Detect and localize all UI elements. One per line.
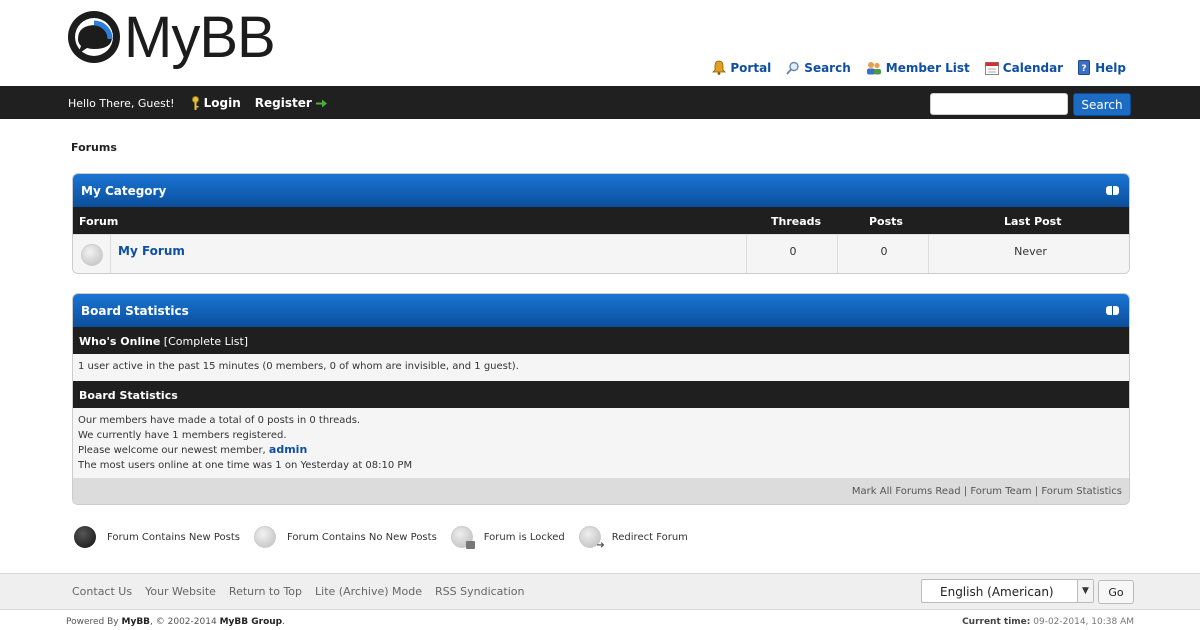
search-label: Search xyxy=(804,60,851,75)
no-new-posts-icon xyxy=(254,526,276,548)
help-book-icon: ? xyxy=(1078,60,1091,75)
current-time-label: Current time: xyxy=(962,617,1031,627)
mybb-logo[interactable]: MyBB xyxy=(64,5,276,70)
search-link[interactable]: Search xyxy=(786,60,851,75)
stats-line-newest: Please welcome our newest member, admin xyxy=(78,443,308,456)
stats-heading: Board Statistics xyxy=(79,389,178,402)
board-stats-header: Board Statistics xyxy=(73,294,1129,327)
register-label: Register xyxy=(254,96,312,110)
stats-row: Our members have made a total of 0 posts… xyxy=(73,408,1129,478)
mybb-group-link[interactable]: MyBB Group xyxy=(220,617,283,627)
bell-icon xyxy=(712,60,727,75)
online-text: 1 user active in the past 15 minutes (0 … xyxy=(78,361,519,372)
member-list-label: Member List xyxy=(885,60,970,75)
login-label: Login xyxy=(203,96,241,110)
col-threads: Threads xyxy=(771,215,822,228)
return-to-top-link[interactable]: Return to Top xyxy=(229,585,302,598)
mybb-link[interactable]: MyBB xyxy=(122,617,151,627)
welcome-block: Hello There, Guest! Login Register xyxy=(68,96,327,110)
collapse-icon[interactable] xyxy=(1106,186,1119,195)
board-stats-title: Board Statistics xyxy=(81,304,189,318)
table-row: My Forum 0 0 Never xyxy=(73,234,1129,273)
site-header: MyBB Portal Search Member List Calendar … xyxy=(0,0,1200,86)
calendar-icon xyxy=(984,61,999,75)
language-value: English (American) xyxy=(940,585,1054,599)
collapse-icon[interactable] xyxy=(1106,306,1119,315)
legend-new-posts: Forum Contains New Posts xyxy=(107,531,240,543)
help-link[interactable]: ? Help xyxy=(1078,60,1126,75)
forum-link[interactable]: My Forum xyxy=(118,244,185,258)
register-link[interactable]: Register xyxy=(255,96,327,110)
mark-all-read-link[interactable]: Mark All Forums Read xyxy=(852,486,961,497)
portal-label: Portal xyxy=(730,60,772,75)
complete-list-link[interactable]: [Complete List] xyxy=(164,335,248,348)
last-post-value: Never xyxy=(1014,245,1047,258)
col-posts: Posts xyxy=(869,215,903,228)
stats-subheader: Board Statistics xyxy=(73,381,1129,408)
stats-line-posts: Our members have made a total of 0 posts… xyxy=(78,415,361,426)
footer-links: Contact Us Your Website Return to Top Li… xyxy=(72,585,524,598)
speech-bubbles-icon xyxy=(68,11,120,63)
copyright: Powered By MyBB, © 2002-2014 MyBB Group. xyxy=(66,617,285,627)
greeting-text: Hello There, Guest! xyxy=(68,96,175,110)
newest-member-link[interactable]: admin xyxy=(269,443,307,456)
search-button[interactable]: Search xyxy=(1073,93,1131,116)
category-title[interactable]: My Category xyxy=(81,184,166,198)
help-label: Help xyxy=(1095,60,1126,75)
go-button[interactable]: Go xyxy=(1098,580,1134,604)
top-links: Portal Search Member List Calendar ? Hel… xyxy=(712,60,1126,75)
users-icon xyxy=(866,61,881,74)
forum-legend: Forum Contains New Posts Forum Contains … xyxy=(74,526,702,551)
chevron-down-icon[interactable]: ▼ xyxy=(1077,580,1093,602)
magnifier-icon xyxy=(786,61,799,75)
legend-redirect: Redirect Forum xyxy=(611,531,688,543)
login-link[interactable]: Login xyxy=(191,96,241,110)
stats-line-members: We currently have 1 members registered. xyxy=(78,429,287,441)
key-icon xyxy=(191,96,199,110)
portal-link[interactable]: Portal xyxy=(712,60,771,75)
board-statistics-box: Board Statistics Who's Online [Complete … xyxy=(72,293,1130,505)
posts-count: 0 xyxy=(880,245,888,258)
current-time: Current time: 09-02-2014, 10:38 AM xyxy=(962,617,1134,627)
stats-line-record: The most users online at one time was 1 … xyxy=(78,459,413,471)
language-select[interactable]: English (American) ▼ xyxy=(921,579,1094,603)
breadcrumb[interactable]: Forums xyxy=(71,141,117,154)
board-footer-links: Mark All Forums Read | Forum Team | Foru… xyxy=(73,478,1129,504)
forum-statistics-link[interactable]: Forum Statistics xyxy=(1041,486,1122,497)
whos-online-header: Who's Online [Complete List] xyxy=(73,327,1129,354)
threads-count: 0 xyxy=(789,245,797,258)
search-input[interactable] xyxy=(930,93,1068,115)
forum-team-link[interactable]: Forum Team xyxy=(970,486,1031,497)
legend-locked: Forum is Locked xyxy=(483,531,565,543)
lite-mode-link[interactable]: Lite (Archive) Mode xyxy=(315,585,422,598)
col-last-post: Last Post xyxy=(1004,215,1062,228)
forum-no-new-posts-icon xyxy=(81,244,103,266)
user-navbar: Hello There, Guest! Login Register Searc… xyxy=(0,86,1200,119)
logo-text: MyBB xyxy=(124,5,276,70)
online-users-row: 1 user active in the past 15 minutes (0 … xyxy=(73,354,1129,381)
member-list-link[interactable]: Member List xyxy=(866,60,970,75)
legend-no-new-posts: Forum Contains No New Posts xyxy=(287,531,437,543)
arrow-right-icon xyxy=(315,99,327,107)
col-forum: Forum xyxy=(79,215,119,228)
forum-table-header: Forum Threads Posts Last Post xyxy=(73,207,1129,234)
locked-forum-icon xyxy=(450,526,475,549)
calendar-link[interactable]: Calendar xyxy=(984,60,1064,75)
new-posts-icon xyxy=(74,526,96,548)
site-footer: Contact Us Your Website Return to Top Li… xyxy=(0,573,1200,610)
redirect-forum-icon xyxy=(578,526,605,551)
your-website-link[interactable]: Your Website xyxy=(145,585,216,598)
svg-text:?: ? xyxy=(1081,64,1086,74)
contact-us-link[interactable]: Contact Us xyxy=(72,585,132,598)
rss-link[interactable]: RSS Syndication xyxy=(435,585,524,598)
calendar-label: Calendar xyxy=(1002,60,1064,75)
category-header: My Category xyxy=(73,174,1129,207)
whos-online-label[interactable]: Who's Online xyxy=(79,335,160,348)
category-box: My Category Forum Threads Posts Last Pos… xyxy=(72,173,1130,274)
current-time-value: 09-02-2014, 10:38 AM xyxy=(1033,617,1134,627)
